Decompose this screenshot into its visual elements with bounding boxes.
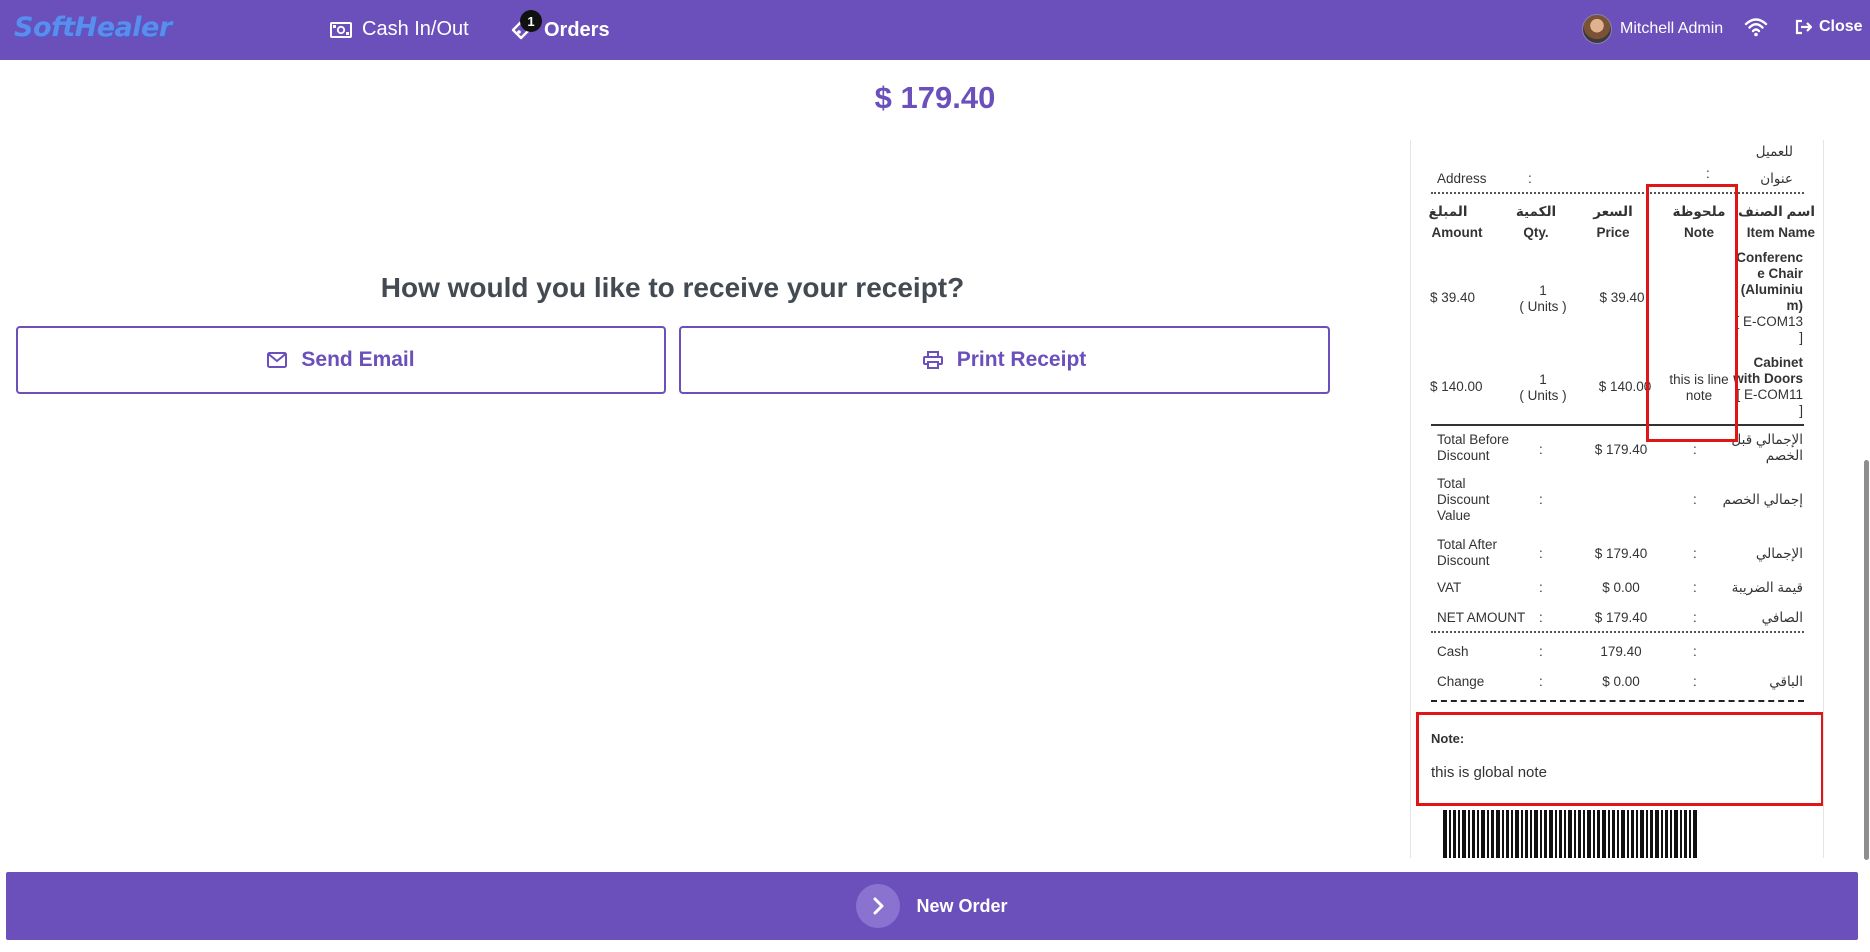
- cash-value: 179.40: [1600, 644, 1642, 659]
- total-after-discount-ar: الإجمالي: [1755, 546, 1803, 561]
- change-label: Change: [1437, 674, 1485, 689]
- receipt-scrollbar[interactable]: [1864, 460, 1869, 860]
- new-order-button[interactable]: New Order: [6, 872, 1858, 940]
- softhealer-logo: SoftHealer: [14, 12, 172, 43]
- payment-total: $ 179.40: [874, 80, 996, 115]
- change-ar: الباقي: [1769, 674, 1803, 689]
- colon: :: [1539, 644, 1543, 659]
- divider: [1431, 631, 1804, 633]
- net-amount-value: $ 179.40: [1594, 610, 1648, 625]
- line-amount: $ 39.40: [1430, 290, 1476, 305]
- send-email-label: Send Email: [301, 348, 415, 371]
- barcode: [1443, 810, 1697, 858]
- vat-ar: قيمة الضريبة: [1731, 580, 1803, 595]
- printer-icon: [922, 351, 943, 369]
- colon: :: [1539, 610, 1543, 625]
- colon: :: [1693, 610, 1697, 625]
- colon: :: [1539, 442, 1543, 457]
- total-before-discount-value: $ 179.40: [1594, 442, 1648, 457]
- col-amount: Amount: [1431, 225, 1483, 240]
- divider: [1431, 424, 1804, 426]
- cash-icon: [330, 21, 352, 38]
- divider: [1431, 700, 1804, 702]
- chevron-right-icon: [856, 884, 901, 928]
- colon: :: [1693, 674, 1697, 689]
- line-unit: ( Units ): [1519, 388, 1567, 403]
- total-before-discount-label: Total Before Discount: [1437, 432, 1510, 463]
- new-order-label: New Order: [916, 895, 1008, 916]
- vat-label: VAT: [1437, 580, 1462, 595]
- receipt-preview[interactable]: للعميل Address : : عنوان المبلغ Amount ا…: [1410, 140, 1824, 858]
- send-email-button[interactable]: Send Email: [16, 326, 666, 394]
- user-menu[interactable]: Mitchell Admin: [1582, 14, 1723, 44]
- col-item: Item Name: [1746, 225, 1815, 240]
- line-amount: $ 140.00: [1430, 379, 1483, 394]
- wifi-icon: [1744, 18, 1768, 37]
- cash-label: Cash: [1437, 644, 1469, 659]
- envelope-icon: [267, 352, 288, 368]
- orders-button[interactable]: 1 Orders: [510, 10, 610, 42]
- net-amount-label: NET AMOUNT: [1437, 610, 1526, 625]
- top-bar: SoftHealer Cash In/Out 1 Orders Mitchell…: [0, 0, 1870, 60]
- col-item-ar: اسم الصنف: [1738, 204, 1815, 219]
- user-name: Mitchell Admin: [1620, 20, 1724, 37]
- avatar: [1582, 14, 1612, 44]
- orders-label: Orders: [544, 18, 610, 41]
- total-after-discount-label: Total After Discount: [1437, 537, 1498, 568]
- col-qty-ar: الكمية: [1515, 204, 1557, 219]
- colon: :: [1539, 580, 1543, 595]
- colon: :: [1539, 492, 1543, 507]
- col-amount-ar: المبلغ: [1428, 204, 1468, 219]
- orders-count-badge: 1: [520, 10, 542, 32]
- colon: :: [1693, 546, 1697, 561]
- customer-label-ar: للعميل: [1755, 144, 1793, 159]
- colon: :: [1693, 442, 1697, 457]
- line-unit: ( Units ): [1519, 299, 1567, 314]
- col-price: Price: [1596, 225, 1630, 240]
- line-qty: 1: [1539, 283, 1547, 298]
- total-after-discount-value: $ 179.40: [1594, 546, 1648, 561]
- colon: :: [1693, 644, 1697, 659]
- cash-in-out-label: Cash In/Out: [362, 18, 469, 40]
- print-receipt-button[interactable]: Print Receipt: [679, 326, 1330, 394]
- address-colon: :: [1528, 171, 1532, 186]
- colon: :: [1693, 580, 1697, 595]
- divider: [1431, 192, 1804, 194]
- global-note-highlight: [1416, 712, 1823, 806]
- receipt-question: How would you like to receive your recei…: [380, 272, 965, 303]
- colon: :: [1693, 492, 1697, 507]
- orders-icon: 1: [510, 10, 542, 42]
- total-discount-label: Total Discount Value: [1437, 476, 1490, 523]
- total-discount-ar: إجمالي الخصم: [1722, 492, 1803, 507]
- address-label: Address: [1437, 171, 1487, 186]
- net-amount-ar: الصافي: [1761, 610, 1803, 625]
- colon: :: [1539, 546, 1543, 561]
- sign-out-icon: [1795, 19, 1813, 35]
- address-colon-ar: :: [1706, 166, 1710, 181]
- colon: :: [1539, 674, 1543, 689]
- col-qty: Qty.: [1523, 225, 1549, 240]
- cash-in-out-button[interactable]: Cash In/Out: [330, 18, 469, 41]
- col-price-ar: السعر: [1593, 204, 1633, 219]
- print-receipt-label: Print Receipt: [956, 348, 1087, 371]
- vat-value: $ 0.00: [1602, 580, 1640, 595]
- close-button[interactable]: Close: [1795, 18, 1863, 36]
- change-value: $ 0.00: [1602, 674, 1640, 689]
- line-note-highlight: [1646, 184, 1738, 442]
- close-label: Close: [1819, 18, 1863, 35]
- line-qty: 1: [1539, 372, 1547, 387]
